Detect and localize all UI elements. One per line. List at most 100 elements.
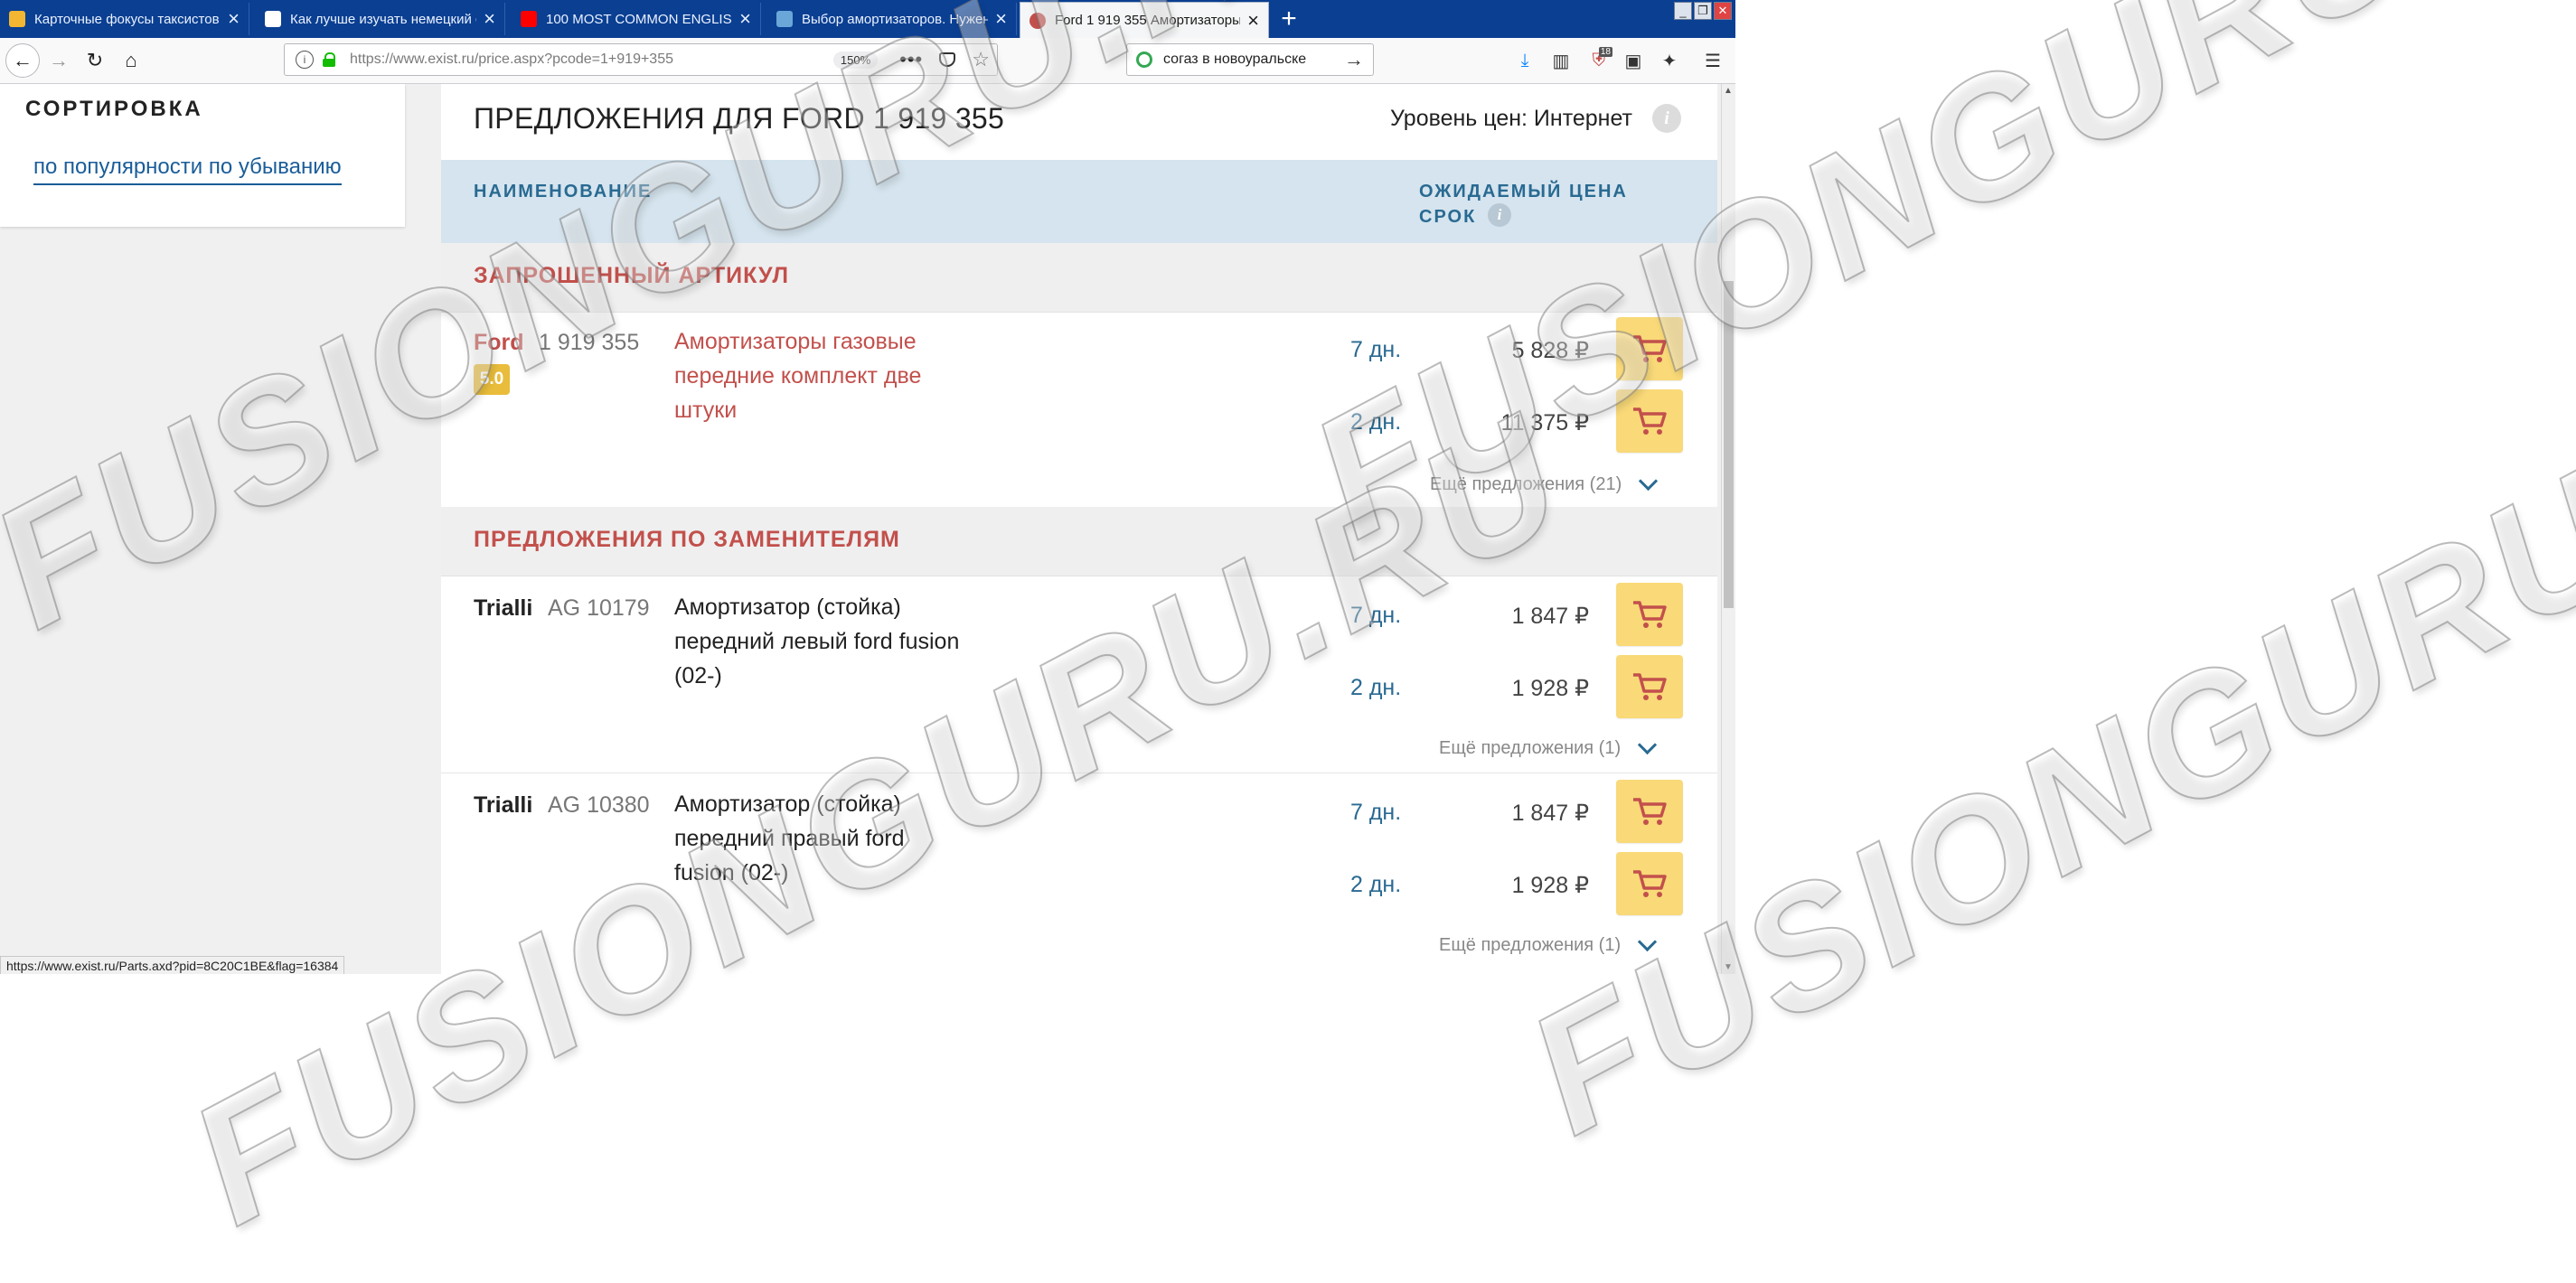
section-requested: ЗАПРОШЕННЫЙ АРТИКУЛ xyxy=(441,243,1717,313)
add-to-cart-button[interactable] xyxy=(1616,317,1683,380)
sort-heading: СОРТИРОВКА xyxy=(25,97,203,121)
more-offers-link[interactable]: Ещё предложения (21) xyxy=(1430,471,1659,495)
close-tab-icon[interactable]: × xyxy=(995,9,1007,29)
search-go-arrow-icon[interactable]: → xyxy=(1344,48,1364,71)
back-arrow-icon[interactable]: ← xyxy=(5,43,40,78)
exist-favicon-icon xyxy=(1029,12,1046,29)
address-bar[interactable]: i https://www.exist.ru/price.aspx?pcode=… xyxy=(284,43,998,76)
tab-2[interactable]: Как лучше изучать немецкий с × xyxy=(256,3,505,35)
search-engine-icon[interactable] xyxy=(1136,52,1152,68)
offer-days: 7 дн. xyxy=(1350,603,1402,628)
more-offers-text: Ещё предложения (21) xyxy=(1430,474,1622,494)
close-tab-icon[interactable]: × xyxy=(1247,10,1259,31)
column-term[interactable]: СРОК xyxy=(1419,207,1476,228)
bookmark-favicon-icon xyxy=(9,11,25,27)
article-number[interactable]: AG 10179 xyxy=(548,595,650,622)
cart-icon xyxy=(1633,407,1667,435)
product-row: Trialli AG 10380 Амортизатор (стойка) пе… xyxy=(441,773,1717,969)
brand[interactable]: Ford xyxy=(474,330,524,356)
search-input[interactable]: согаз в новоуральске xyxy=(1163,52,1344,68)
offer-price: 11 375 ₽ xyxy=(1500,410,1589,435)
menu-hamburger-icon[interactable]: ☰ xyxy=(1697,45,1728,76)
offer-days: 7 дн. xyxy=(1350,337,1402,362)
sort-panel: СОРТИРОВКА по популярности по убыванию xyxy=(0,84,405,227)
add-to-cart-button[interactable] xyxy=(1616,655,1683,718)
pocket-icon[interactable] xyxy=(939,52,956,67)
offer-days: 2 дн. xyxy=(1350,872,1402,897)
more-offers-link[interactable]: Ещё предложения (1) xyxy=(1439,735,1658,759)
more-offers-text: Ещё предложения (1) xyxy=(1439,935,1622,955)
tab-title: Ford 1 919 355 Амортизаторы xyxy=(1055,13,1241,28)
tab-4[interactable]: Выбор амортизаторов. Нужен × xyxy=(767,3,1017,35)
sidebar-toggle-icon[interactable]: ▣ xyxy=(1618,45,1649,76)
add-to-cart-button[interactable] xyxy=(1616,389,1683,453)
more-offers-text: Ещё предложения (1) xyxy=(1439,738,1622,758)
rating-badge: 5.0 xyxy=(474,364,510,395)
cart-icon xyxy=(1633,601,1667,628)
minimize-icon[interactable]: _ xyxy=(1674,2,1692,20)
offer-price: 1 847 ₽ xyxy=(1511,801,1589,826)
page-actions-icon[interactable]: ••• xyxy=(899,48,923,71)
extension-shield-icon[interactable]: ⛨ 18 xyxy=(1584,45,1614,76)
add-to-cart-button[interactable] xyxy=(1616,780,1683,843)
scroll-up-arrow-icon[interactable]: ▲ xyxy=(1724,86,1733,96)
column-expected[interactable]: ОЖИДАЕМЫЙ xyxy=(1419,182,1562,202)
cart-icon xyxy=(1633,870,1667,897)
library-icon[interactable]: ▥ xyxy=(1546,45,1576,76)
site-info-icon[interactable]: i xyxy=(296,51,314,69)
scrollbar-thumb[interactable] xyxy=(1724,281,1734,608)
scroll-down-arrow-icon[interactable]: ▼ xyxy=(1724,962,1733,972)
zoom-level[interactable]: 150% xyxy=(832,51,879,69)
url-text[interactable]: https://www.exist.ru/price.aspx?pcode=1+… xyxy=(350,52,833,68)
bookmark-star-icon[interactable]: ☆ xyxy=(972,48,990,71)
column-price[interactable]: ЦЕНА xyxy=(1569,182,1628,202)
article-number[interactable]: 1 919 355 xyxy=(539,330,639,356)
sort-by-popularity-link[interactable]: по популярности по убыванию xyxy=(33,155,342,185)
article-number[interactable]: AG 10380 xyxy=(548,792,650,819)
tab-5-active[interactable]: Ford 1 919 355 Амортизаторы × xyxy=(1020,2,1269,38)
more-offers-link[interactable]: Ещё предложения (1) xyxy=(1439,932,1658,956)
price-level-text: Уровень цен: Интернет xyxy=(1390,105,1632,131)
term-info-icon[interactable]: i xyxy=(1488,203,1511,227)
product-description[interactable]: Амортизатор (стойка) передний правый for… xyxy=(674,787,964,890)
reload-icon[interactable]: ↻ xyxy=(80,45,110,76)
cart-icon xyxy=(1633,335,1667,362)
new-tab-plus-icon[interactable]: + xyxy=(1271,3,1307,35)
product-row: Trialli AG 10179 Амортизатор (стойка) пе… xyxy=(441,576,1717,773)
section-title: ЗАПРОШЕННЫЙ АРТИКУЛ xyxy=(474,263,790,288)
column-name[interactable]: НАИМЕНОВАНИЕ xyxy=(474,182,652,202)
close-tab-icon[interactable]: × xyxy=(739,9,751,29)
forward-arrow-icon[interactable]: → xyxy=(43,45,74,76)
status-bar-url: https://www.exist.ru/Parts.axd?pid=8C20C… xyxy=(0,956,345,974)
brand[interactable]: Trialli xyxy=(474,595,532,622)
offer-price: 5 828 ₽ xyxy=(1511,338,1589,363)
downloads-icon[interactable]: ⤓ xyxy=(1509,45,1540,76)
restore-icon[interactable]: ❐ xyxy=(1694,2,1712,20)
search-bar[interactable]: согаз в новоуральске → xyxy=(1126,43,1374,76)
tab-strip: Карточные фокусы таксистов × Как лучше и… xyxy=(0,0,1735,38)
close-window-icon[interactable]: ✕ xyxy=(1714,2,1732,20)
navigation-toolbar: ← → ↻ ⌂ i https://www.exist.ru/price.asp… xyxy=(0,38,1735,84)
chevron-down-icon xyxy=(1638,932,1658,952)
chevron-down-icon xyxy=(1639,471,1659,492)
close-tab-icon[interactable]: × xyxy=(484,9,495,29)
tab-title: Как лучше изучать немецкий с xyxy=(290,11,477,27)
product-description[interactable]: Амортизатор (стойка) передний левый ford… xyxy=(674,590,964,693)
vertical-scrollbar[interactable]: ▲ ▼ xyxy=(1721,84,1735,974)
home-icon[interactable]: ⌂ xyxy=(116,45,146,76)
page-content: СОРТИРОВКА по популярности по убыванию П… xyxy=(0,84,1721,974)
forum-favicon-icon xyxy=(776,11,793,27)
page-title: ПРЕДЛОЖЕНИЯ ДЛЯ FORD 1 919 355 xyxy=(474,102,1005,135)
section-title: ПРЕДЛОЖЕНИЯ ПО ЗАМЕНИТЕЛЯМ xyxy=(474,527,900,552)
tab-3[interactable]: 100 MOST COMMON ENGLISH W × xyxy=(512,3,761,35)
brand[interactable]: Trialli xyxy=(474,792,532,819)
cart-icon xyxy=(1633,798,1667,825)
browser-window: Карточные фокусы таксистов × Как лучше и… xyxy=(0,0,1735,974)
add-to-cart-button[interactable] xyxy=(1616,852,1683,915)
price-level-info-icon[interactable]: i xyxy=(1652,104,1681,133)
product-description[interactable]: Амортизаторы газовые передние комплект д… xyxy=(674,324,964,427)
close-tab-icon[interactable]: × xyxy=(228,9,240,29)
tab-1[interactable]: Карточные фокусы таксистов × xyxy=(0,3,249,35)
extension-puzzle-icon[interactable]: ✦ xyxy=(1654,45,1685,76)
add-to-cart-button[interactable] xyxy=(1616,583,1683,646)
